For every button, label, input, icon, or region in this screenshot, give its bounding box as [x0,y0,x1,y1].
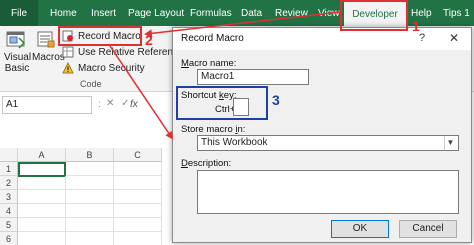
arrow-record-to-dialog [109,45,174,140]
annotation-arrows [109,11,341,140]
arrow-developer-to-record [144,11,341,38]
